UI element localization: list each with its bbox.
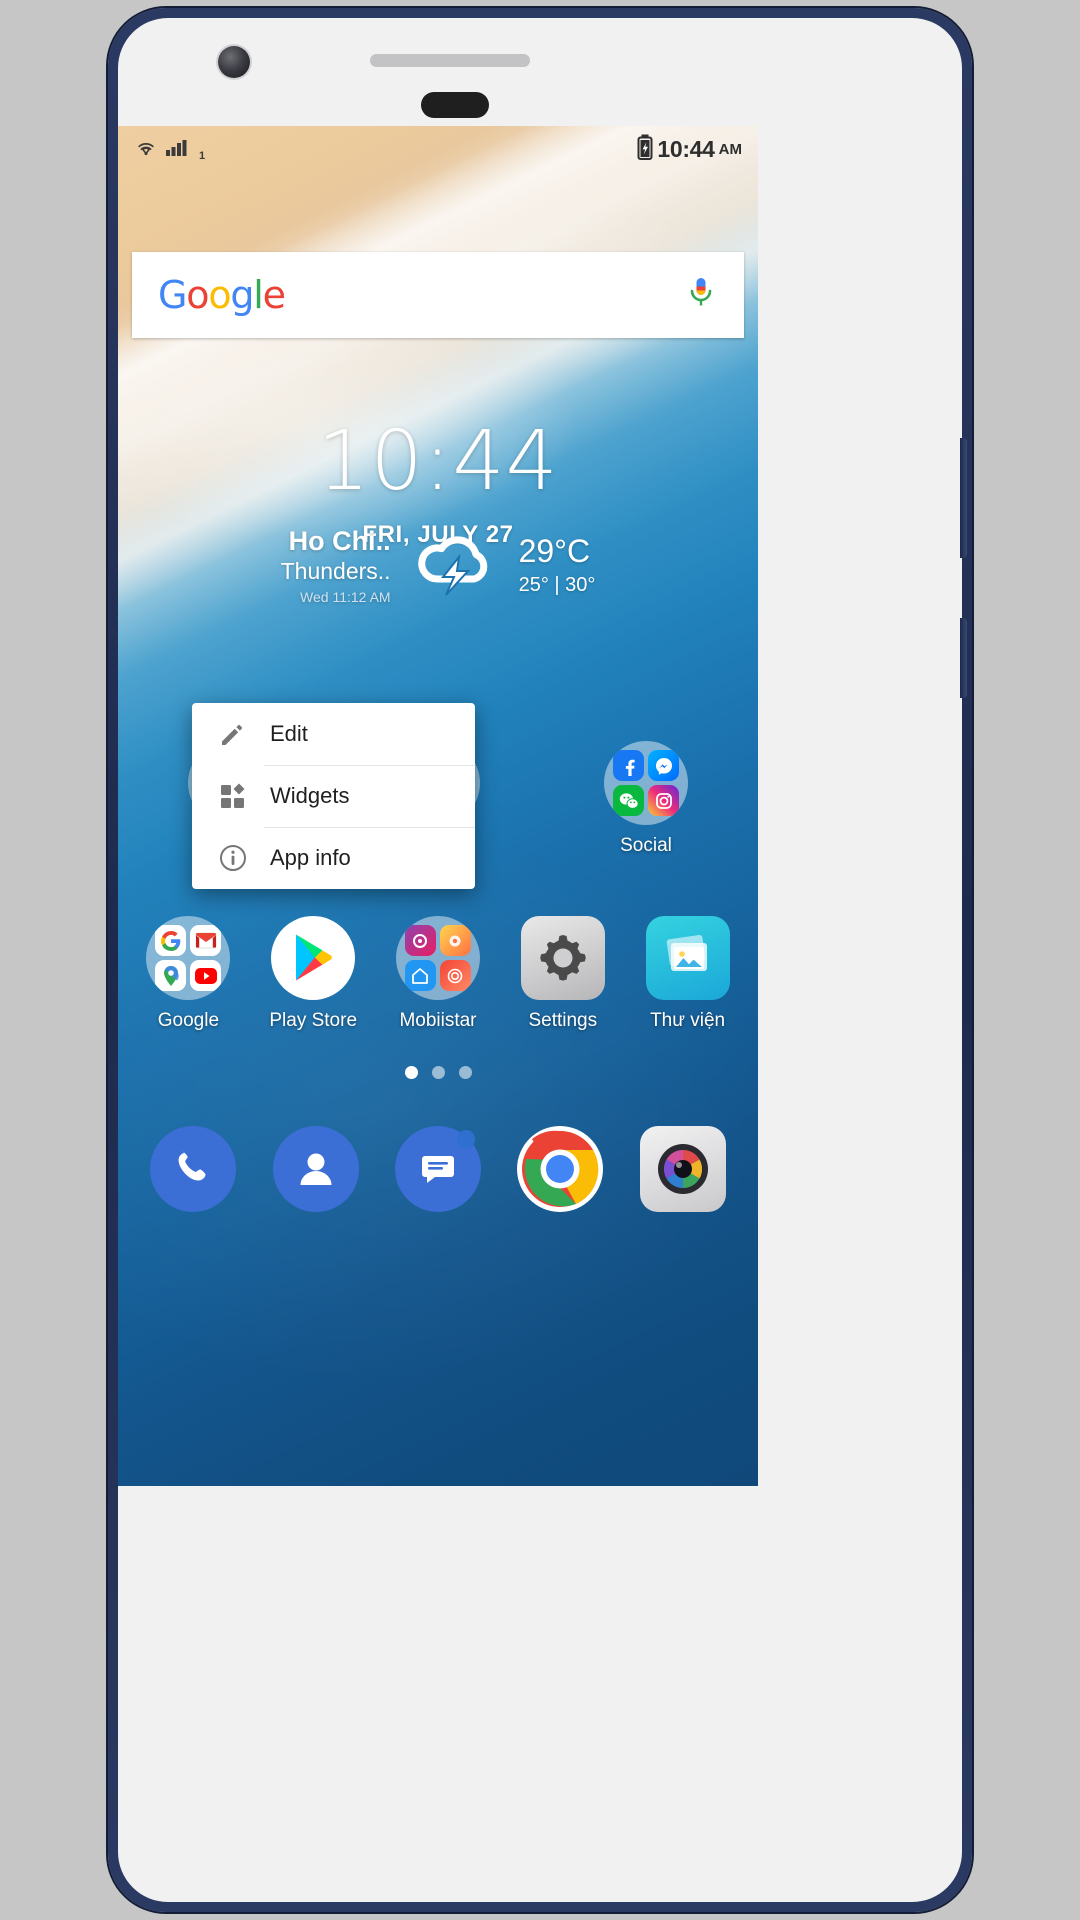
app-label: Google [157,1010,220,1031]
menu-item-widgets[interactable]: Widgets [192,765,475,827]
earpiece-speaker [370,54,530,67]
weather-condition: Thunders.. [280,558,391,585]
weather-temperature-block: 29°C 25° | 30° [519,534,596,599]
folder-icon [604,741,688,825]
instagram-icon [648,785,679,816]
weather-updated-time: Wed 11:12 AM [300,588,391,605]
mobiistar-app-icon [404,925,436,956]
menu-item-label: App info [270,845,351,870]
folder-social[interactable]: Social [590,741,702,857]
sim-indicator: 1 [199,149,206,162]
page-dot-3[interactable] [458,1066,472,1079]
app-mobiistar[interactable]: Mobiistar [382,916,494,1032]
menu-item-label: Edit [270,721,308,746]
sensor-pill [421,92,489,118]
menu-item-app-info[interactable]: App info [192,827,475,889]
facebook-icon [613,750,644,781]
dock-item-camera[interactable] [637,1126,729,1212]
power-button[interactable] [960,618,967,698]
clock-time: 10:44 [317,414,559,509]
app-label: Mobiistar [399,1010,477,1031]
widgets-grid-icon [218,781,260,811]
weather-range: 25° | 30° [518,573,596,596]
front-camera-icon [218,46,250,78]
message-bubble-icon [394,1126,481,1212]
context-menu[interactable]: Edit Widgets App info [192,703,475,889]
settings-gear-icon [520,916,605,1000]
battery-charging-icon [637,134,653,165]
signal-bars-icon [165,137,191,162]
wechat-icon [613,785,644,816]
weather-city: Ho Chi.. [288,526,391,556]
app-gallery[interactable]: Thư viện [632,916,744,1032]
dock-item-contacts[interactable] [270,1126,362,1212]
mobiistar-folder-icon [395,916,480,1000]
google-folder-icon [146,916,231,1000]
weather-temperature: 29°C [518,533,591,570]
messenger-icon [648,750,679,781]
app-label: Play Store [269,1010,358,1031]
page-indicator[interactable] [118,1066,758,1079]
thunderstorm-cloud-icon [413,529,497,604]
status-bar: 1 10:44 AM [118,126,758,172]
mobiistar-app-icon [404,960,436,991]
google-search-bar[interactable]: Google [132,252,744,338]
app-settings[interactable]: Settings [507,916,619,1032]
menu-item-label: Widgets [270,783,350,808]
mobiistar-app-icon [439,960,471,991]
person-icon [272,1126,359,1212]
phone-handset-icon [150,1126,237,1212]
volume-button[interactable] [960,438,967,558]
dock-item-messages[interactable] [392,1126,484,1212]
dock-item-chrome[interactable] [514,1126,606,1212]
chrome-icon [517,1126,604,1212]
info-circle-icon [218,843,260,873]
app-label: Thư viện [650,1010,726,1031]
pencil-icon [218,719,260,749]
gallery-photos-icon [645,916,730,1000]
menu-item-edit[interactable]: Edit [192,703,475,765]
status-bar-left: 1 [134,137,205,162]
folder-label: Social [620,835,672,856]
mobiistar-app-icon [439,925,471,956]
youtube-icon [190,960,222,991]
dock [118,1126,758,1212]
google-search-app-icon [155,925,187,956]
gmail-icon [190,925,222,956]
dock-item-phone[interactable] [147,1126,239,1212]
status-bar-right: 10:44 AM [637,134,742,165]
weather-info: Ho Chi.. Thunders.. Wed 11:12 AM [281,526,391,608]
google-logo: Google [158,273,286,317]
phone-body: 1 10:44 AM Google 10:44 FRI, JULY 27 Ho … [118,18,967,1902]
google-maps-icon [155,960,187,991]
weather-widget[interactable]: Ho Chi.. Thunders.. Wed 11:12 AM 29°C 25… [118,526,758,608]
phone-frame: 1 10:44 AM Google 10:44 FRI, JULY 27 Ho … [108,8,972,1912]
microphone-icon[interactable] [684,273,718,318]
status-bar-ampm: AM [718,140,742,158]
app-google[interactable]: Google [132,916,244,1032]
camera-lens-icon [639,1126,726,1212]
play-store-icon [271,916,356,1000]
app-label: Settings [528,1010,598,1031]
notification-badge [456,1130,475,1148]
app-play-store[interactable]: Play Store [257,916,369,1032]
phone-screen: 1 10:44 AM Google 10:44 FRI, JULY 27 Ho … [118,126,758,1486]
wifi-icon [134,137,158,162]
status-bar-clock: 10:44 [657,135,715,162]
page-dot-2[interactable] [431,1066,445,1079]
page-dot-1[interactable] [404,1066,418,1079]
home-app-row: Google Play Store Mobiistar Settings Thư… [118,916,758,1032]
